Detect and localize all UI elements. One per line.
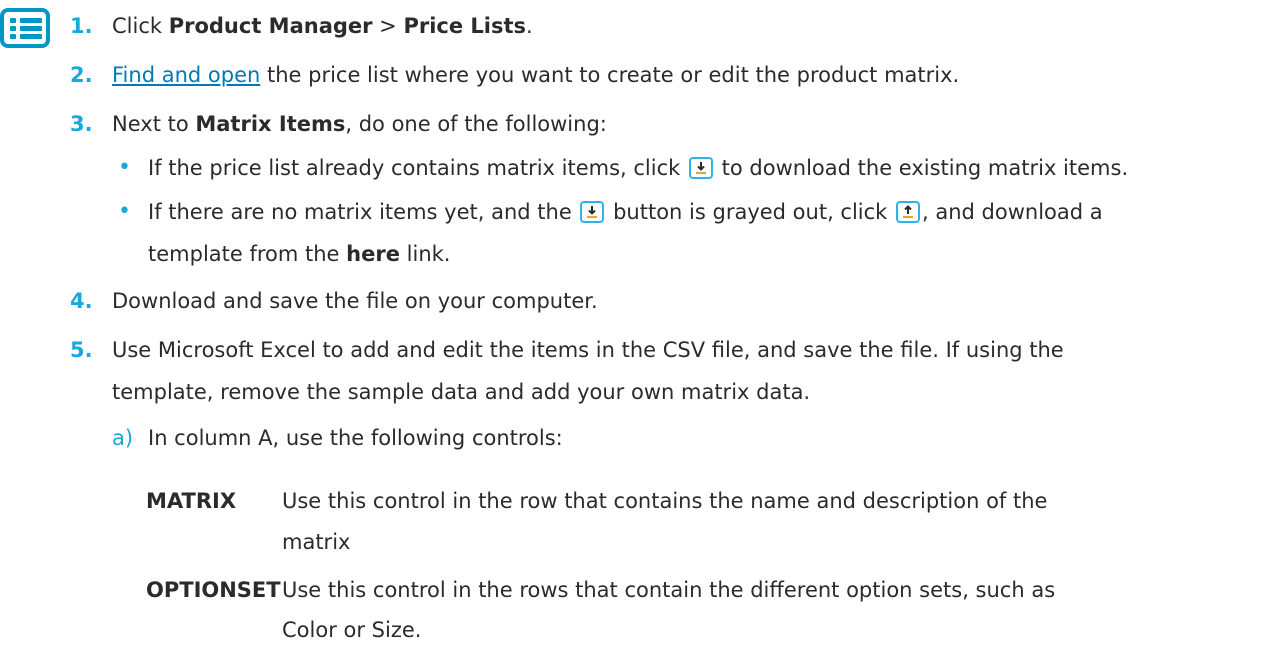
- step-2-text: Find and open the price list where you w…: [112, 63, 960, 87]
- price-lists-label: Price Lists: [403, 14, 527, 38]
- step-5-text-cont: template, remove the sample data and add…: [112, 380, 811, 404]
- download-icon: [689, 157, 713, 179]
- bullet-2-text-cont: template from the here link.: [148, 242, 451, 266]
- list-steps-icon: [0, 8, 50, 48]
- step-4-text: Download and save the file on your compu…: [112, 289, 598, 313]
- control-definition-cont: Color or Size.: [282, 618, 422, 642]
- bullet-marker: •: [118, 155, 131, 180]
- step-number: 3.: [70, 112, 93, 136]
- bullet-1-text: If the price list already contains matri…: [148, 156, 1129, 180]
- control-definition: Use this control in the row that contain…: [282, 489, 1048, 513]
- step-number: 5.: [70, 338, 93, 362]
- control-term: OPTIONSET: [146, 578, 281, 602]
- step-5-text: Use Microsoft Excel to add and edit the …: [112, 338, 1064, 362]
- substep-label: a): [112, 426, 134, 450]
- bullet-2-text: If there are no matrix items yet, and th…: [148, 200, 1103, 224]
- step-number: 2.: [70, 63, 93, 87]
- here-label: here: [346, 242, 400, 266]
- step-1-text: Click Product Manager > Price Lists.: [112, 14, 533, 38]
- find-and-open-link[interactable]: Find and open: [112, 63, 260, 87]
- matrix-items-label: Matrix Items: [195, 112, 346, 136]
- control-definition: Use this control in the rows that contai…: [282, 578, 1056, 602]
- product-manager-label: Product Manager: [168, 14, 373, 38]
- step-number: 4.: [70, 289, 93, 313]
- substep-a-text: In column A, use the following controls:: [148, 426, 563, 450]
- upload-icon: [896, 201, 921, 223]
- download-icon: [580, 201, 605, 223]
- control-definition-cont: matrix: [282, 530, 351, 554]
- bullet-marker: •: [118, 199, 131, 224]
- step-3-text: Next to Matrix Items, do one of the foll…: [112, 112, 607, 136]
- control-term: MATRIX: [146, 489, 237, 513]
- step-number: 1.: [70, 14, 93, 38]
